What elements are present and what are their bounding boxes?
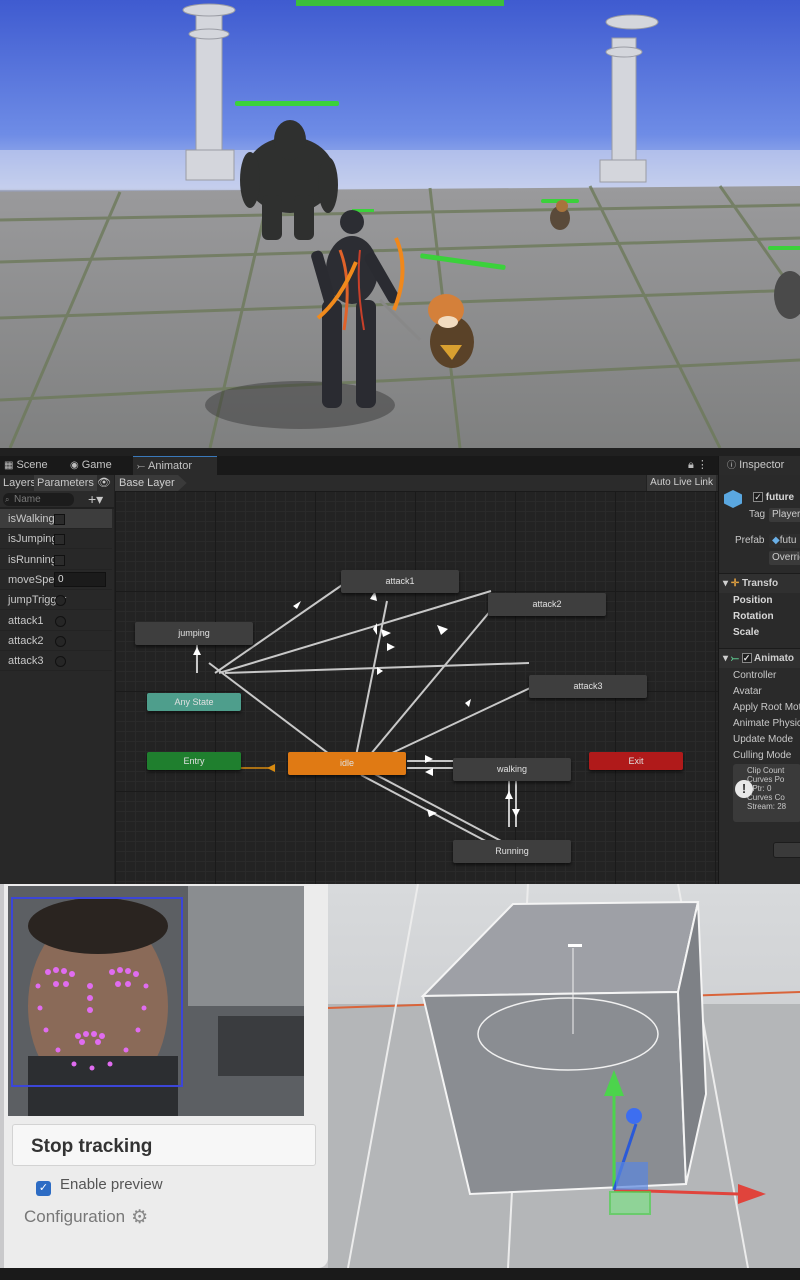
enable-preview-row[interactable]: ✓ Enable preview <box>36 1176 163 1196</box>
tab-animator[interactable]: ⤚ Animator <box>133 456 217 475</box>
update-mode-label: Update Mode <box>733 734 794 745</box>
breadcrumb-bar: Base Layer Auto Live Link <box>115 475 718 491</box>
state-walking[interactable]: walking <box>453 758 571 781</box>
state-running[interactable]: Running <box>453 840 571 863</box>
trigger-radio[interactable] <box>55 595 66 606</box>
state-entry[interactable]: Entry <box>147 752 241 770</box>
parameter-row[interactable]: attack2 <box>0 631 112 651</box>
parameter-row[interactable]: jumpTrigger <box>0 590 112 610</box>
prefab-icon: ◆ <box>772 535 780 546</box>
parameter-row[interactable]: attack3 <box>0 651 112 671</box>
animator-info-box: ! Clip Count Curves Po PPtr: 0 Curves Co… <box>733 764 800 822</box>
foldout-arrow-icon: ▾ <box>723 653 729 664</box>
warning-icon: ! <box>735 780 753 798</box>
state-machine-graph[interactable]: attack1 attack2 jumping attack3 Any Stat… <box>115 491 718 884</box>
gameobject-cube-icon <box>724 490 742 508</box>
controller-label: Controller <box>733 670 777 681</box>
add-parameter-button[interactable]: +▾ <box>88 491 103 507</box>
tab-parameters[interactable]: Parameters <box>34 475 97 491</box>
transform-icon: ✛ <box>730 578 740 589</box>
webcam-feed-art <box>8 886 304 1116</box>
scene-preview-3d[interactable] <box>328 884 800 1268</box>
tab-game[interactable]: ◉ Game <box>66 456 128 475</box>
scene-cube-art <box>328 884 800 1268</box>
eye-icon[interactable]: 👁︎ <box>94 475 114 491</box>
tracking-panel: Stop tracking ✓ Enable preview Configurat… <box>4 884 328 1268</box>
tab-menu-controls[interactable]: 🔒︎ ⋮ <box>684 456 714 475</box>
configuration-row[interactable]: Configuration ⚙ <box>24 1206 148 1229</box>
parameter-row[interactable]: isRunning <box>0 550 112 570</box>
enabled-checkbox[interactable]: ✓ <box>741 653 752 664</box>
gamepad-icon: ◉ <box>70 460 79 471</box>
inspector-tab[interactable]: ⓘ Inspector <box>719 456 800 475</box>
active-checkbox[interactable]: ✓ <box>753 492 763 503</box>
gameobject-name[interactable]: future <box>766 492 794 503</box>
prefab-field[interactable]: ◆futu <box>769 534 800 548</box>
scale-label: Scale <box>733 627 760 638</box>
trigger-radio[interactable] <box>55 616 66 627</box>
breadcrumb[interactable]: Base Layer <box>115 475 187 491</box>
parameter-row[interactable]: isJumping <box>0 529 112 549</box>
search-icon: ⌕ <box>5 495 10 504</box>
lock-icon[interactable]: 🔒︎ <box>688 459 694 471</box>
foldout-arrow-icon: ▾ <box>723 578 729 589</box>
animator-icon: ⤚ <box>137 461 145 472</box>
animator-component-icon: ⤚ <box>730 653 739 664</box>
overrides-dropdown[interactable]: Overric <box>769 551 800 565</box>
state-any-state[interactable]: Any State <box>147 693 241 711</box>
animate-physics-label: Animate Physic <box>733 718 800 729</box>
state-attack3[interactable]: attack3 <box>529 675 647 698</box>
state-exit[interactable]: Exit <box>589 752 683 770</box>
gameobject-name-row: ✓ future <box>753 490 800 506</box>
float-input[interactable]: 0 <box>54 572 106 587</box>
transform-header[interactable]: ▾ ✛ Transfo <box>719 573 800 593</box>
state-jumping[interactable]: jumping <box>135 622 253 645</box>
game-viewport[interactable] <box>0 0 800 448</box>
stop-tracking-button[interactable]: Stop tracking <box>12 1124 316 1166</box>
bool-checkbox[interactable] <box>54 555 65 566</box>
scene-icon: ▦ <box>4 460 14 471</box>
parameter-row[interactable]: isWalking <box>0 509 112 529</box>
info-icon: ⓘ <box>727 460 737 470</box>
parameter-search-row: ⌕ Name +▾ <box>0 491 114 507</box>
bool-checkbox[interactable] <box>54 514 65 525</box>
rotation-label: Rotation <box>733 611 774 622</box>
screenshot-root: ▦ Scene ◉ Game ⤚ Animator 🔒︎ ⋮ Layers Param… <box>0 0 800 1280</box>
tag-dropdown[interactable]: Player <box>769 508 800 522</box>
game-scene-art <box>0 0 800 448</box>
enable-preview-checkbox[interactable]: ✓ <box>36 1181 51 1196</box>
parameter-row[interactable]: moveSpeed 0 <box>0 570 112 590</box>
state-idle-default[interactable]: idle <box>288 752 406 775</box>
parameter-row[interactable]: attack1 <box>0 611 112 631</box>
position-label: Position <box>733 595 773 606</box>
face-tracking-view: Stop tracking ✓ Enable preview Configurat… <box>0 884 800 1280</box>
trigger-radio[interactable] <box>55 656 66 667</box>
tab-scene[interactable]: ▦ Scene <box>0 456 62 475</box>
parameter-search-input[interactable]: ⌕ Name <box>3 493 74 506</box>
gear-icon[interactable]: ⚙ <box>131 1207 148 1228</box>
bool-checkbox[interactable] <box>54 534 65 545</box>
webcam-preview <box>8 886 304 1116</box>
culling-mode-label: Culling Mode <box>733 750 792 761</box>
more-menu-icon[interactable]: ⋮ <box>697 459 708 471</box>
avatar-label: Avatar <box>733 686 762 697</box>
add-component-button[interactable] <box>773 842 800 858</box>
animator-window: ▦ Scene ◉ Game ⤚ Animator 🔒︎ ⋮ Layers Param… <box>0 448 800 884</box>
parameter-list: isWalking isJumping isRunning moveSpeed … <box>0 509 114 884</box>
trigger-radio[interactable] <box>55 636 66 647</box>
animator-component-header[interactable]: ▾ ⤚ ✓ Animato <box>719 648 800 668</box>
apply-root-motion-label: Apply Root Mot <box>733 702 800 713</box>
inspector-panel: ⓘ Inspector ✓ future Tag Player Prefab ◆… <box>718 456 800 884</box>
left-panel-header: Layers Parameters 👁︎ <box>0 475 114 491</box>
state-attack2[interactable]: attack2 <box>488 593 606 616</box>
state-attack1[interactable]: attack1 <box>341 570 459 593</box>
auto-live-link-button[interactable]: Auto Live Link <box>646 475 716 491</box>
taskbar-strip <box>0 1268 800 1280</box>
